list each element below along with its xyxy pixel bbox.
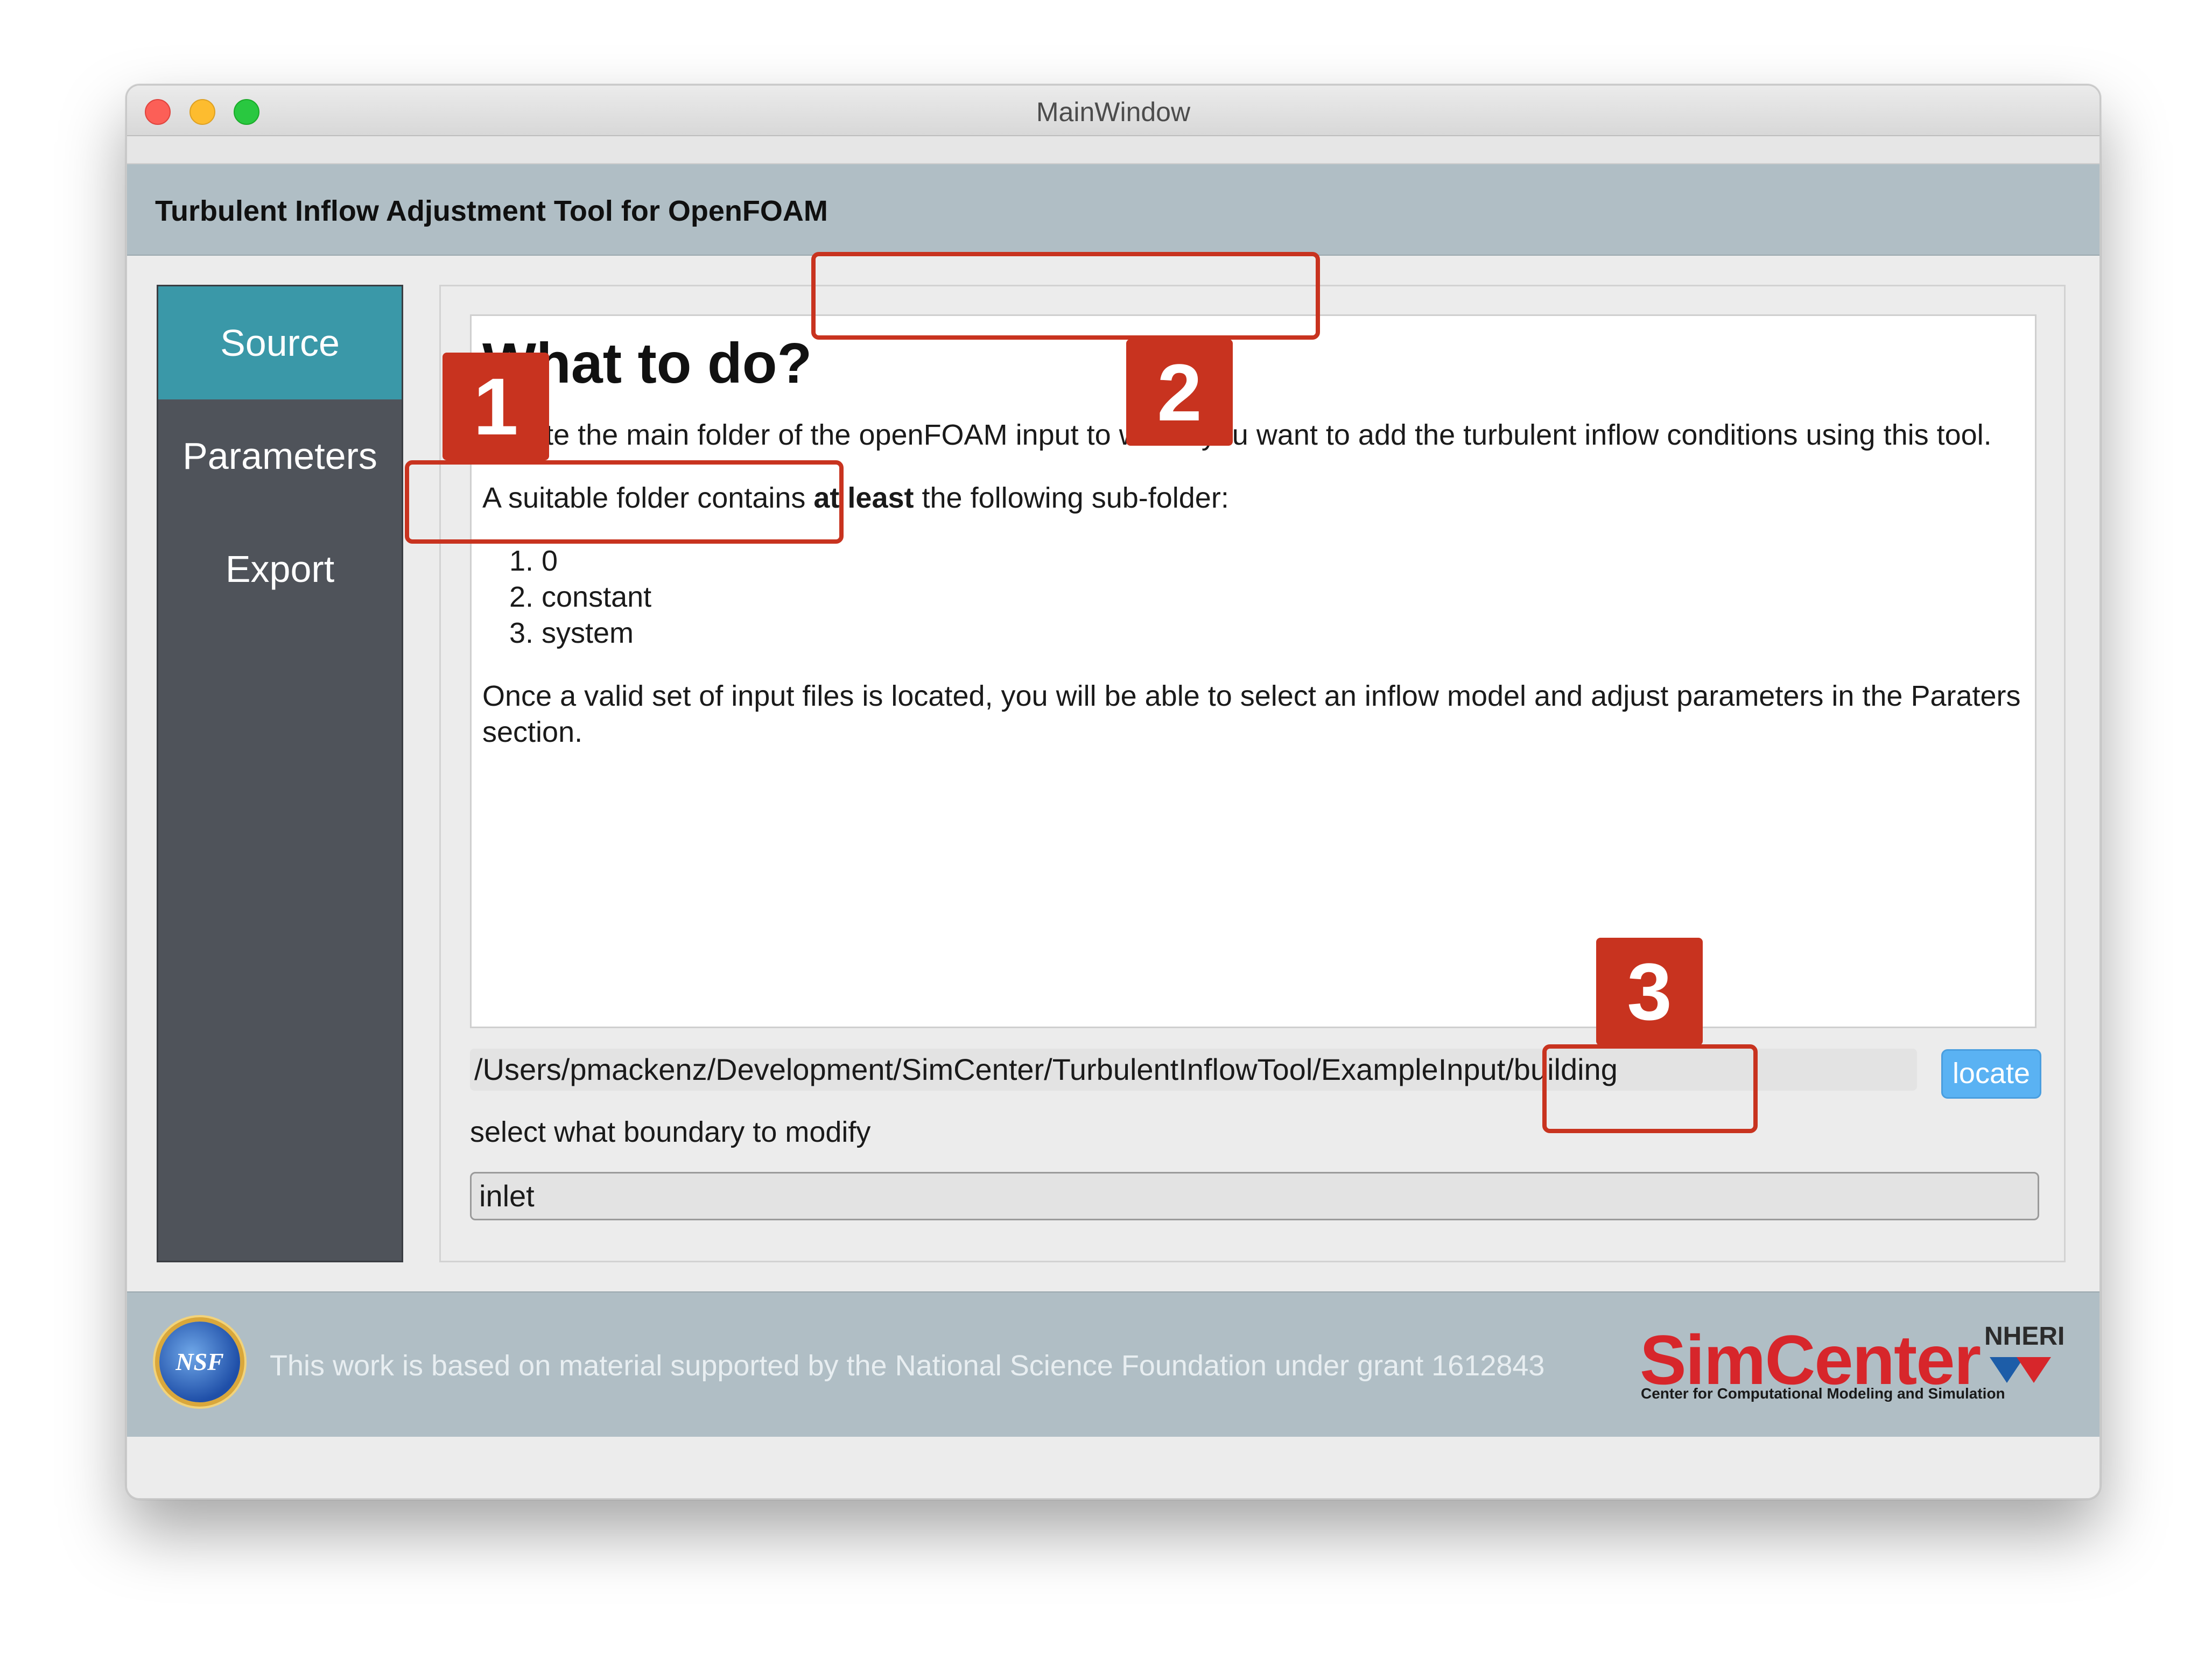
list-item: constant [542,579,2024,615]
sidebar-item-export[interactable]: Export [158,512,402,626]
toolbar-strip [127,136,2099,164]
app-title: Turbulent Inflow Adjustment Tool for Ope… [155,195,828,227]
nsf-logo: NSF [159,1322,240,1402]
title-bar: MainWindow [127,86,2099,136]
callout-number-2: 2 [1126,339,1233,446]
boundary-label: select what boundary to modify [470,1116,871,1148]
boundary-select[interactable]: inlet [470,1172,2039,1220]
instructions-heading: What to do? [482,332,812,395]
list-item: 0 [542,543,2024,579]
callout-box-2 [811,252,1320,340]
instructions-textbox[interactable]: What to do? Locate the main folder of th… [470,314,2037,1028]
simcenter-logo: SimCenter NHERI Center for Computational… [1640,1320,2065,1402]
subfolder-list: 0 constant system [482,543,2024,651]
locate-button[interactable]: locate [1941,1049,2041,1099]
instructions-paragraph-1: Locate the main folder of the openFOAM i… [482,419,1992,451]
callout-box-3 [1542,1044,1758,1133]
instructions-paragraph-3: Once a valid set of input files is locat… [482,680,2021,748]
window-title: MainWindow [1036,97,1191,127]
source-panel: What to do? Locate the main folder of th… [439,285,2066,1262]
app-header: Turbulent Inflow Adjustment Tool for Ope… [127,164,2099,256]
callout-box-1 [405,460,844,544]
sidebar: Source Parameters Export [157,285,403,1262]
grant-note: This work is based on material supported… [270,1350,1545,1382]
callout-number-3: 3 [1596,938,1703,1045]
sidebar-item-source[interactable]: Source [158,286,402,399]
sidebar-item-parameters[interactable]: Parameters [158,399,402,512]
status-strip [127,1437,2099,1498]
list-item: system [542,615,2024,651]
footer: NSF This work is based on material suppo… [127,1291,2099,1437]
callout-number-1: 1 [443,353,549,460]
